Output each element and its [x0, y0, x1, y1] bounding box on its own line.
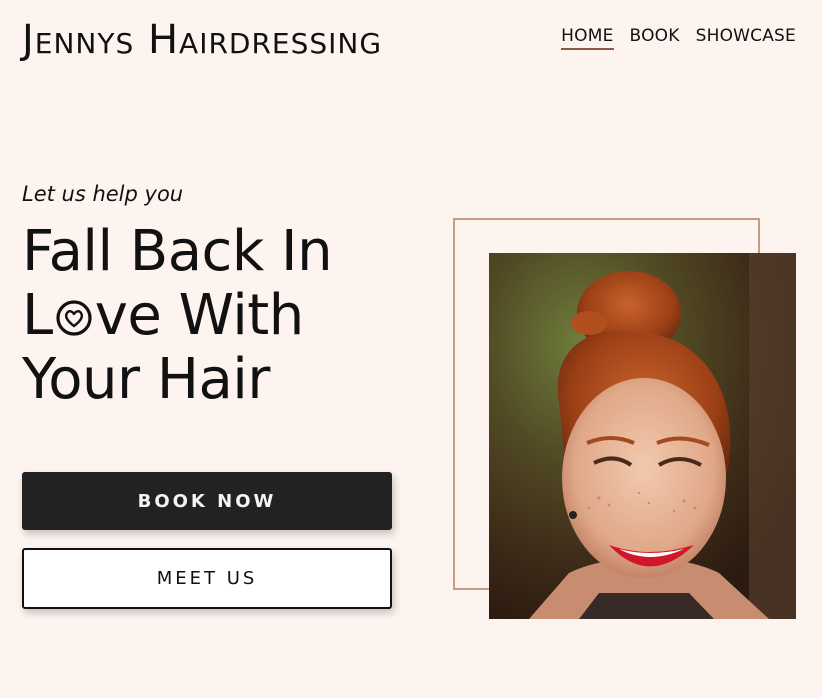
headline-line-2-suffix: ve With [94, 283, 305, 348]
meet-us-button[interactable]: MEET US [22, 548, 392, 609]
headline-line-2: Lve With [22, 284, 332, 348]
heart-icon [56, 300, 92, 336]
page: Jennys Hairdressing HOME BOOK SHOWCASE L… [0, 0, 822, 698]
nav-home-link[interactable]: HOME [561, 26, 614, 50]
nav-showcase-link[interactable]: SHOWCASE [696, 26, 796, 50]
hero-headline: Fall Back In Lve With Your Hair [22, 219, 333, 412]
woman-portrait-image [489, 253, 796, 619]
brand-title[interactable]: Jennys Hairdressing [22, 16, 382, 64]
main-nav: HOME BOOK SHOWCASE [561, 26, 796, 50]
book-now-button[interactable]: BOOK NOW [22, 472, 392, 530]
hero-tagline: Let us help you [22, 182, 184, 206]
headline-line-1: Fall Back In [22, 219, 333, 284]
headline-line-2-prefix: L [22, 283, 53, 348]
headline-line-3: Your Hair [22, 347, 270, 412]
hero-photo [489, 253, 796, 619]
nav-book-link[interactable]: BOOK [630, 26, 680, 50]
